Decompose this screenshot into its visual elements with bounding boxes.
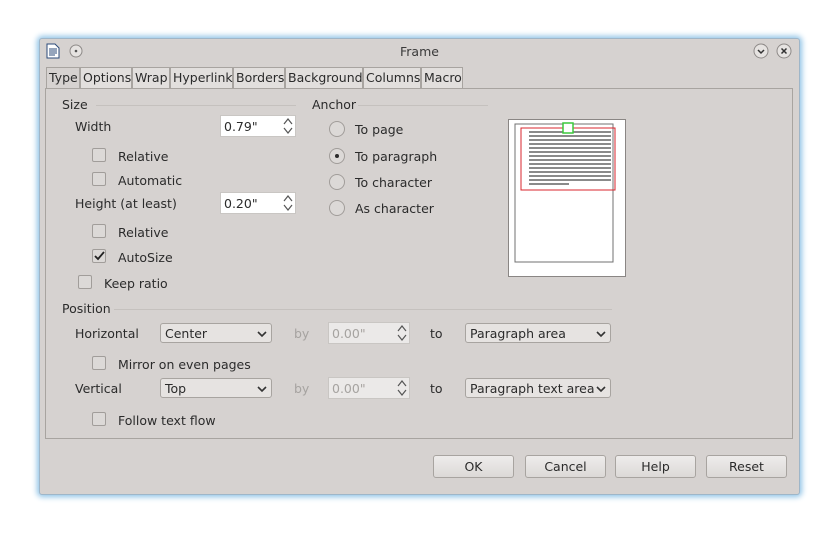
keep-ratio-checkbox[interactable] [78, 275, 92, 289]
spin-arrows-icon[interactable] [283, 117, 293, 135]
vertical-to-label: to [430, 381, 443, 396]
help-button[interactable]: Help [615, 455, 696, 478]
horizontal-select[interactable]: Center [160, 323, 272, 343]
reset-button[interactable]: Reset [706, 455, 787, 478]
height-relative-checkbox[interactable] [92, 224, 106, 238]
spin-arrows-icon[interactable] [397, 379, 407, 397]
tab-background[interactable]: Background [285, 67, 363, 88]
mirror-even-pages-label: Mirror on even pages [118, 357, 251, 372]
anchor-section-label: Anchor [312, 97, 357, 112]
tab-hyperlink[interactable]: Hyperlink [170, 67, 233, 88]
mirror-even-pages-checkbox[interactable] [92, 356, 106, 370]
vertical-to-select[interactable]: Paragraph text area [465, 378, 611, 398]
horizontal-label: Horizontal [75, 326, 139, 341]
title-bar[interactable]: Frame [40, 39, 799, 65]
frame-preview [508, 119, 626, 277]
follow-text-flow-label: Follow text flow [118, 413, 216, 428]
horizontal-value: Center [165, 326, 208, 341]
width-relative-label: Relative [118, 149, 169, 164]
tab-columns[interactable]: Columns [363, 67, 421, 88]
anchor-to-character-radio[interactable] [329, 174, 345, 190]
follow-text-flow-checkbox[interactable] [92, 412, 106, 426]
width-value: 0.79" [224, 119, 258, 134]
close-icon[interactable] [776, 43, 792, 62]
position-separator [114, 309, 612, 310]
cancel-button[interactable]: Cancel [525, 455, 606, 478]
height-relative-label: Relative [118, 225, 169, 240]
checkmark-icon [94, 251, 105, 261]
horizontal-to-select[interactable]: Paragraph area [465, 323, 611, 343]
horizontal-to-value: Paragraph area [470, 326, 566, 341]
tab-borders[interactable]: Borders [233, 67, 285, 88]
tab-macro[interactable]: Macro [421, 67, 463, 88]
vertical-to-value: Paragraph text area [470, 381, 595, 396]
chevron-down-icon [257, 327, 267, 342]
ok-button[interactable]: OK [433, 455, 514, 478]
chevron-down-icon [596, 382, 606, 397]
width-automatic-checkbox[interactable] [92, 172, 106, 186]
tab-type[interactable]: Type [46, 67, 80, 90]
anchor-as-character-label: As character [355, 201, 434, 216]
size-section-label: Size [62, 97, 88, 112]
anchor-as-character-radio[interactable] [329, 200, 345, 216]
anchor-separator [358, 105, 488, 106]
width-relative-checkbox[interactable] [92, 148, 106, 162]
position-section-label: Position [62, 301, 111, 316]
anchor-to-page-label: To page [355, 122, 404, 137]
height-label: Height (at least) [75, 196, 177, 211]
horizontal-by-spinbox[interactable]: 0.00" [328, 322, 410, 344]
tab-wrap[interactable]: Wrap [132, 67, 170, 88]
keep-ratio-label: Keep ratio [104, 276, 168, 291]
size-separator [96, 105, 296, 106]
vertical-value: Top [165, 381, 187, 396]
chevron-down-icon [257, 382, 267, 397]
vertical-by-value: 0.00" [332, 381, 366, 396]
tab-options[interactable]: Options [80, 67, 132, 88]
vertical-label: Vertical [75, 381, 122, 396]
autosize-checkbox[interactable] [92, 249, 106, 263]
anchor-to-character-label: To character [355, 175, 432, 190]
chevron-down-icon [596, 327, 606, 342]
type-tab-panel: Size Width 0.79" Relative Automatic Heig… [45, 88, 793, 439]
width-spinbox[interactable]: 0.79" [220, 115, 296, 137]
horizontal-by-value: 0.00" [332, 326, 366, 341]
vertical-select[interactable]: Top [160, 378, 272, 398]
anchor-to-paragraph-label: To paragraph [355, 149, 438, 164]
autosize-label: AutoSize [118, 250, 173, 265]
width-automatic-label: Automatic [118, 173, 183, 188]
vertical-by-spinbox[interactable]: 0.00" [328, 377, 410, 399]
horizontal-to-label: to [430, 326, 443, 341]
frame-dialog: Frame Type Options Wrap Hyperlink Border… [39, 38, 800, 495]
vertical-by-label: by [294, 381, 310, 396]
minimize-icon[interactable] [753, 43, 769, 62]
spin-arrows-icon[interactable] [283, 194, 293, 212]
window-title: Frame [400, 44, 439, 59]
anchor-to-paragraph-radio[interactable] [329, 148, 345, 164]
spin-arrows-icon[interactable] [397, 324, 407, 342]
height-spinbox[interactable]: 0.20" [220, 192, 296, 214]
horizontal-by-label: by [294, 326, 310, 341]
anchor-to-page-radio[interactable] [329, 121, 345, 137]
height-value: 0.20" [224, 196, 258, 211]
width-label: Width [75, 119, 112, 134]
